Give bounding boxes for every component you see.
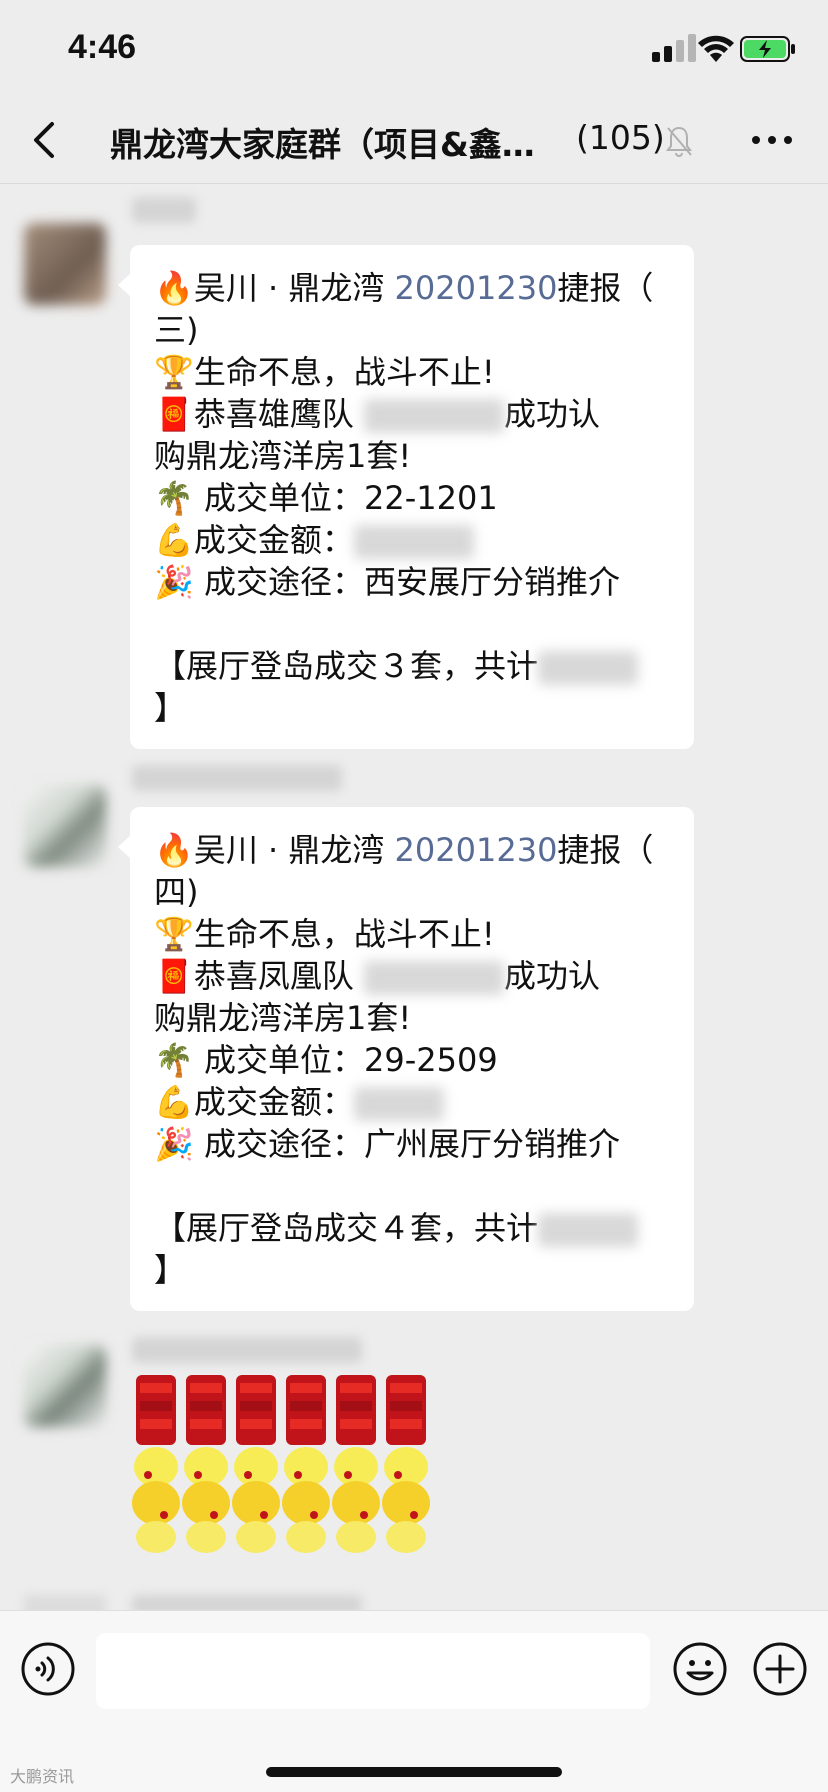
message-line: 三) (154, 311, 199, 349)
fire-icon: 🔥 (154, 831, 194, 869)
message-line: 🌴 成交单位：22-1201 (154, 479, 498, 517)
redacted-name (364, 399, 505, 433)
mute-bell-icon (666, 126, 692, 157)
redacted-total (538, 651, 639, 685)
avatar[interactable] (24, 1595, 106, 1610)
flexed-biceps-icon: 💪 (154, 521, 194, 559)
message-line: 🌴 成交单位：29-2509 (154, 1041, 498, 1079)
date-link[interactable]: 20201230 (395, 269, 558, 307)
palm-tree-icon: 🌴 (154, 1041, 194, 1079)
redacted-amount (353, 525, 474, 559)
redacted-name (364, 961, 505, 995)
fire-icon: 🔥 (154, 269, 194, 307)
message-line: 🧧恭喜雄鹰队 成功认 (154, 395, 601, 433)
watermark: 大鹏资讯 (10, 1767, 75, 1786)
palm-tree-icon: 🌴 (154, 479, 194, 517)
sender-name-blurred (132, 197, 196, 223)
message-line: 🏆生命不息，战斗不止! (154, 915, 495, 953)
message-bubble[interactable]: 🔥吴川 · 鼎龙湾 20201230捷报（ 三) 🏆生命不息，战斗不止! 🧧恭喜… (118, 245, 694, 749)
message-input[interactable] (96, 1633, 650, 1709)
message-line: 购鼎龙湾洋房1套! (154, 999, 412, 1037)
sender-name-blurred (132, 1595, 362, 1610)
message-line: 💪成交金额： (154, 519, 670, 561)
message-bubble[interactable]: 🔥吴川 · 鼎龙湾 20201230捷报（ 四) 🏆生命不息，战斗不止! 🧧恭喜… (118, 807, 694, 1311)
red-envelope-icon: 🧧 (154, 395, 194, 433)
message-line: 🎉 成交途径：广州展厅分销推介 (154, 1125, 621, 1163)
member-count: (105) (576, 118, 665, 157)
avatar[interactable] (24, 1345, 106, 1427)
signal-icon (652, 34, 696, 62)
party-popper-icon: 🎉 (154, 563, 194, 601)
avatar[interactable] (24, 785, 106, 867)
message-line: 🎉 成交途径：西安展厅分销推介 (154, 563, 621, 601)
message-line (154, 1165, 670, 1207)
party-popper-icon: 🎉 (154, 1125, 194, 1163)
battery-icon (740, 36, 795, 62)
status-time: 4:46 (68, 28, 137, 66)
emoji-icon[interactable] (672, 1641, 728, 1697)
message-line (154, 603, 670, 645)
plus-icon[interactable] (752, 1641, 808, 1697)
date-link[interactable]: 20201230 (395, 831, 558, 869)
message-line: 四) (154, 873, 199, 911)
message-line: 】 (154, 689, 187, 727)
status-bar: 4:46 (0, 0, 828, 96)
message-line: 】 (154, 1251, 187, 1289)
flexed-biceps-icon: 💪 (154, 1083, 194, 1121)
more-icon[interactable] (748, 122, 796, 158)
chat-title: 鼎龙湾大家庭群（项目&鑫… (110, 125, 535, 164)
redacted-amount (353, 1087, 444, 1121)
red-envelope-icon: 🧧 (154, 957, 194, 995)
message-line: 🏆生命不息，战斗不止! (154, 353, 495, 391)
back-icon[interactable] (22, 116, 70, 164)
message-list[interactable]: 🔥吴川 · 鼎龙湾 20201230捷报（ 三) 🏆生命不息，战斗不止! 🧧恭喜… (0, 185, 828, 1610)
trophy-icon: 🏆 (154, 353, 194, 391)
message-line: 【展厅登岛成交３套，共计 (154, 645, 670, 687)
input-bar: 大鹏资讯 (0, 1610, 828, 1792)
avatar[interactable] (24, 223, 106, 305)
chat-header: 鼎龙湾大家庭群（项目&鑫… (105) (0, 96, 828, 184)
home-indicator[interactable] (266, 1767, 562, 1777)
message-line: 购鼎龙湾洋房1套! (154, 437, 412, 475)
wifi-icon (698, 35, 734, 62)
message-line: 🔥吴川 · 鼎龙湾 20201230捷报（ (154, 269, 654, 307)
voice-icon[interactable] (20, 1641, 76, 1697)
message-line: 🧧恭喜凤凰队 成功认 (154, 957, 601, 995)
sender-name-blurred (132, 1337, 362, 1363)
sender-name-blurred (132, 765, 342, 791)
message-line: 🔥吴川 · 鼎龙湾 20201230捷报（ (154, 831, 654, 869)
message-line: 【展厅登岛成交４套，共计 (154, 1207, 670, 1249)
redacted-total (538, 1213, 639, 1247)
message-line: 💪成交金额： (154, 1081, 670, 1123)
trophy-icon: 🏆 (154, 915, 194, 953)
firecracker-sticker[interactable] (130, 1375, 430, 1555)
